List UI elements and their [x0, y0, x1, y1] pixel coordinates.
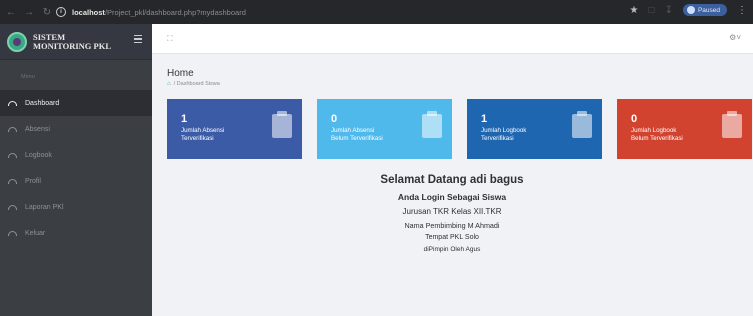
- sidebar-item-profil[interactable]: Profil: [0, 168, 152, 194]
- fullscreen-icon[interactable]: ⛶: [167, 34, 173, 44]
- brand[interactable]: SISTEM MONITORING PKL: [0, 24, 152, 60]
- sidebar-item-label: Logbook: [25, 151, 52, 159]
- calendar-check-icon: [272, 111, 292, 138]
- card-value: 1: [481, 113, 488, 125]
- card-label-line2: Belum Terverifikasi: [631, 135, 683, 142]
- sidebar-item-keluar[interactable]: Keluar: [0, 220, 152, 246]
- forward-icon[interactable]: →: [22, 7, 36, 18]
- sidebar-item-dashboard[interactable]: Dashboard: [0, 90, 152, 116]
- sidebar-item-laporan[interactable]: Laporan PKl: [0, 194, 152, 220]
- calendar-x-icon: [422, 111, 442, 138]
- sidebar-item-label: Dashboard: [25, 99, 60, 107]
- extensions-icon[interactable]: □: [649, 5, 655, 16]
- sidebar-item-logbook[interactable]: Logbook: [0, 142, 152, 168]
- welcome-pembimbing: Nama Pembimbing M Ahmadi: [404, 221, 500, 230]
- profile-avatar-icon: [686, 6, 695, 14]
- profile-button[interactable]: Paused: [682, 4, 727, 16]
- logout-icon: [8, 230, 17, 236]
- browser-toolbar: ← → ↻ i localhost /Project_pkl/dashboard…: [0, 0, 753, 24]
- sidebar-item-label: Absensi: [25, 125, 50, 133]
- url-path: /Project_pkl/dashboard.php?mydashboard: [104, 7, 246, 17]
- clipboard-check-icon: [572, 111, 592, 138]
- back-icon[interactable]: ←: [4, 7, 18, 18]
- browser-menu-icon[interactable]: ⋮: [737, 5, 747, 16]
- sidebar: SISTEM MONITORING PKL Menu Dashboard Abs…: [0, 24, 152, 316]
- site-info-icon[interactable]: i: [56, 7, 66, 17]
- sidebar-item-label: Keluar: [25, 229, 46, 237]
- card-label-line1: Jumlah Absensi: [181, 127, 225, 134]
- card-label-line2: Terverifikasi: [481, 135, 514, 142]
- url-host: localhost: [72, 7, 105, 17]
- logo-icon: [7, 31, 27, 52]
- report-icon: [8, 204, 17, 210]
- menu-title: Menu: [21, 74, 35, 80]
- profile-label: Paused: [697, 6, 720, 14]
- card-value: 0: [631, 113, 638, 125]
- absensi-icon: [8, 126, 17, 132]
- home-icon[interactable]: ⌂: [167, 81, 171, 87]
- welcome-greeting: Selamat Datang adi bagus: [380, 174, 524, 186]
- topbar: ⛶ ⚙˅: [152, 24, 753, 54]
- card-label-line1: Jumlah Logbook: [631, 127, 677, 134]
- page-title: Home: [167, 68, 194, 79]
- main-content: ⛶ ⚙˅ Home ⌂ / Dashboard Siswa 1 Jumlah A…: [152, 24, 753, 316]
- card-label-line2: Belum Terverifikasi: [331, 135, 383, 142]
- reload-icon[interactable]: ↻: [40, 7, 54, 18]
- card-value: 0: [331, 113, 338, 125]
- bookmark-star-icon[interactable]: ★: [630, 5, 639, 16]
- card-label-line1: Jumlah Logbook: [481, 127, 527, 134]
- dashboard-icon: [8, 100, 17, 106]
- sidebar-item-absensi[interactable]: Absensi: [0, 116, 152, 142]
- breadcrumb-text: / Dashboard Siswa: [173, 81, 220, 87]
- sidebar-item-label: Laporan PKl: [25, 203, 64, 211]
- profile-icon: [8, 178, 17, 184]
- clipboard-icon: [722, 111, 742, 138]
- card-absensi-verified[interactable]: 1 Jumlah Absensi Terverifikasi: [167, 99, 302, 159]
- welcome-pimpin: diPimpin Oleh Agus: [423, 246, 481, 253]
- sidebar-item-label: Profil: [25, 177, 41, 185]
- welcome-tempat: Tempat PKL Solo: [425, 234, 479, 241]
- download-icon[interactable]: ↧: [665, 5, 673, 16]
- card-label-line1: Jumlah Absensi: [331, 127, 375, 134]
- card-logbook-verified[interactable]: 1 Jumlah Logbook Terverifikasi: [467, 99, 602, 159]
- logbook-icon: [8, 152, 17, 158]
- welcome-jurusan: Jurusan TKR Kelas XII.TKR: [402, 207, 502, 216]
- card-value: 1: [181, 113, 188, 125]
- address-bar[interactable]: i localhost /Project_pkl/dashboard.php?m…: [56, 3, 606, 21]
- card-absensi-unverified[interactable]: 0 Jumlah Absensi Belum Terverifikasi: [317, 99, 452, 159]
- user-menu-icon[interactable]: ⚙˅: [729, 33, 741, 42]
- brand-line-2: MONITORING PKL: [33, 40, 112, 51]
- welcome-role: Anda Login Sebagai Siswa: [397, 192, 507, 202]
- card-logbook-unverified[interactable]: 0 Jumlah Logbook Belum Terverifikasi: [617, 99, 752, 159]
- hamburger-icon[interactable]: [134, 35, 142, 45]
- card-label-line2: Terverifikasi: [181, 135, 214, 142]
- breadcrumb: ⌂ / Dashboard Siswa: [167, 81, 220, 87]
